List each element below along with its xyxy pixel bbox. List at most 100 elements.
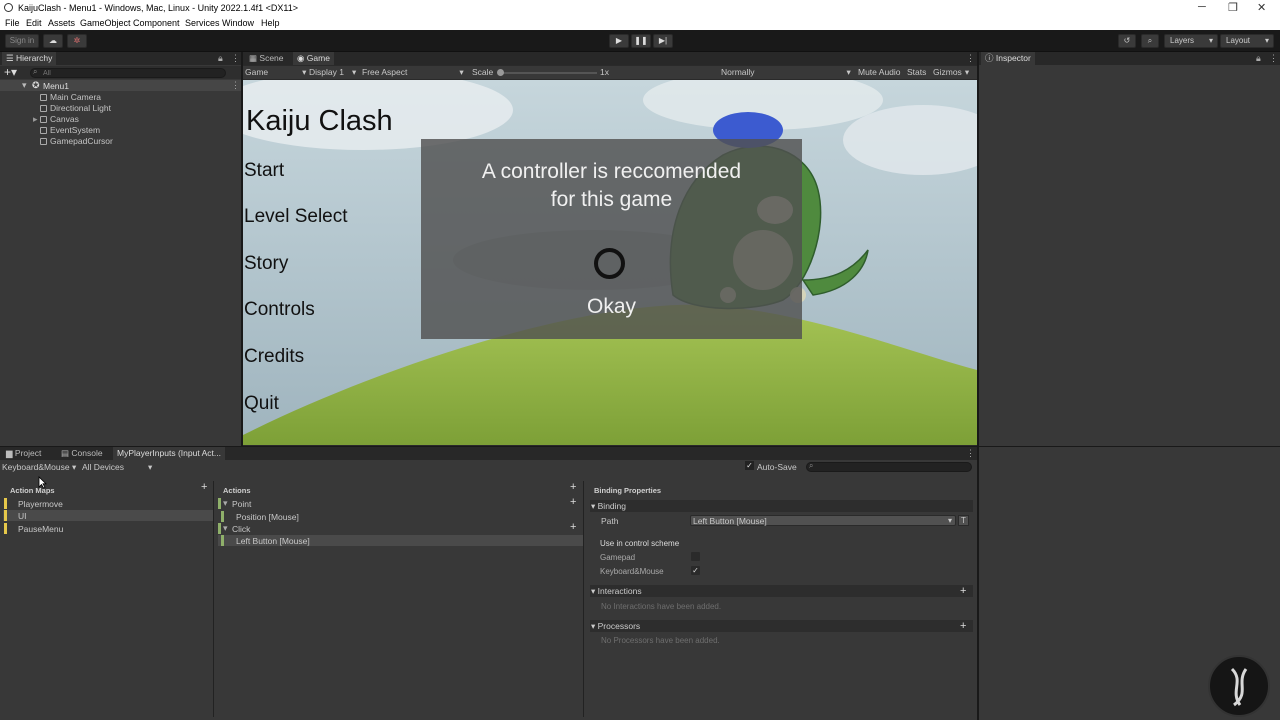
- menu-edit[interactable]: Edit: [26, 18, 42, 28]
- add-action-map-icon[interactable]: +: [201, 482, 207, 493]
- tab-hierarchy[interactable]: ☰ Hierarchy: [2, 52, 57, 65]
- quality-dropdown[interactable]: Normally ▾: [721, 67, 851, 78]
- menu-quit-button[interactable]: Quit: [244, 393, 279, 415]
- menu-controls-button[interactable]: Controls: [244, 299, 315, 321]
- game-viewport[interactable]: Kaiju Clash Start Level Select Story Con…: [243, 80, 977, 445]
- tab-console[interactable]: ▤ Console: [57, 447, 107, 460]
- gamepad-icon: ◉: [297, 53, 307, 63]
- menu-component[interactable]: Component: [133, 18, 180, 28]
- step-button[interactable]: ▶|: [653, 34, 673, 48]
- search-icon: ⌕: [809, 461, 814, 470]
- play-button[interactable]: ▶: [609, 34, 629, 48]
- add-processor-icon[interactable]: +: [960, 621, 966, 632]
- gizmos-dropdown[interactable]: Gizmos ▾: [933, 67, 969, 78]
- expand-arrow-icon[interactable]: ▾: [223, 523, 228, 534]
- cloud-icon[interactable]: ☁: [43, 34, 63, 48]
- menu-credits-button[interactable]: Credits: [244, 346, 304, 368]
- interactions-foldout[interactable]: ▾ Interactions: [590, 585, 973, 597]
- menu-services[interactable]: Services: [185, 18, 220, 28]
- tab-game[interactable]: ◉ Game: [293, 52, 334, 65]
- keyboard-scheme-checkbox[interactable]: ✓: [691, 566, 700, 575]
- processors-empty-text: No Processors have been added.: [601, 636, 720, 645]
- layout-dropdown[interactable]: Layout ▾: [1220, 34, 1274, 48]
- sign-in-button[interactable]: Sign in: [5, 34, 39, 48]
- add-binding-icon[interactable]: +: [570, 497, 576, 508]
- tab-scene[interactable]: ▦ Scene: [245, 52, 288, 65]
- binding-item-left-button[interactable]: Left Button [Mouse]: [236, 536, 310, 546]
- menu-level-select-button[interactable]: Level Select: [244, 206, 348, 228]
- action-map-color-bar: [4, 523, 7, 534]
- okay-button[interactable]: Okay: [421, 293, 802, 321]
- expand-arrow-icon[interactable]: ▸: [33, 114, 38, 125]
- dialog-message-line1: A controller is reccomended: [481, 160, 742, 183]
- tab-input-actions[interactable]: MyPlayerInputs (Input Act...: [113, 447, 225, 460]
- minimize-button[interactable]: ─: [1198, 1, 1206, 13]
- chevron-down-icon: ▾: [1208, 36, 1213, 45]
- gamepad-scheme-checkbox[interactable]: [691, 552, 700, 561]
- menu-file[interactable]: File: [5, 18, 20, 28]
- menu-story-button[interactable]: Story: [244, 253, 288, 275]
- lock-icon[interactable]: 🔒︎: [1256, 53, 1261, 64]
- tab-inspector[interactable]: ⓘ Inspector: [981, 52, 1035, 65]
- action-item-point[interactable]: Point: [232, 499, 251, 509]
- more-icon[interactable]: ⋮: [1269, 53, 1278, 64]
- hierarchy-item[interactable]: Directional Light: [40, 103, 111, 113]
- path-text-mode-button[interactable]: T: [958, 515, 969, 526]
- menu-assets[interactable]: Assets: [48, 18, 75, 28]
- search-icon[interactable]: ⌕: [1141, 34, 1159, 48]
- expand-arrow-icon: ▾: [591, 621, 598, 631]
- more-icon[interactable]: ⋮: [231, 53, 240, 64]
- scale-slider-handle[interactable]: [497, 69, 504, 76]
- more-icon[interactable]: ⋮: [966, 448, 975, 459]
- action-item-click[interactable]: Click: [232, 524, 250, 534]
- action-map-selected-row[interactable]: [3, 510, 213, 521]
- more-icon[interactable]: ⋮: [231, 80, 240, 91]
- control-scheme-dropdown[interactable]: Keyboard&Mouse ▾: [2, 462, 76, 473]
- menu-gameobject[interactable]: GameObject: [80, 18, 131, 28]
- input-search-field[interactable]: [806, 462, 972, 472]
- mute-audio-toggle[interactable]: Mute Audio: [858, 67, 901, 77]
- more-icon[interactable]: ⋮: [966, 53, 975, 64]
- controller-dialog: A controller is reccomended for this gam…: [421, 139, 802, 339]
- hierarchy-search-input[interactable]: [30, 68, 226, 78]
- menu-start-button[interactable]: Start: [244, 160, 284, 182]
- add-binding-icon[interactable]: +: [570, 522, 576, 533]
- collab-icon[interactable]: ✲: [67, 34, 87, 48]
- scale-slider[interactable]: [499, 72, 597, 74]
- path-dropdown[interactable]: Left Button [Mouse] ▾: [690, 515, 956, 526]
- hierarchy-item[interactable]: Main Camera: [40, 92, 101, 102]
- game-mode-dropdown[interactable]: Game ▾: [245, 67, 306, 78]
- menu-window[interactable]: Window: [222, 18, 254, 28]
- aspect-dropdown[interactable]: Free Aspect ▾: [362, 67, 464, 78]
- expand-arrow-icon[interactable]: ▾: [223, 498, 228, 509]
- binding-item-position[interactable]: Position [Mouse]: [236, 512, 299, 522]
- expand-arrow-icon[interactable]: ▾: [22, 80, 27, 91]
- add-icon[interactable]: +▾: [4, 65, 17, 79]
- hierarchy-scene-row[interactable]: ▾ ✪ Menu1 ⋮: [0, 80, 241, 91]
- stats-toggle[interactable]: Stats: [907, 67, 926, 77]
- pause-button[interactable]: ❚❚: [631, 34, 651, 48]
- lock-icon[interactable]: 🔒︎: [218, 53, 223, 64]
- action-map-item[interactable]: Playermove: [18, 499, 63, 509]
- action-map-item[interactable]: UI: [18, 511, 27, 521]
- menu-help[interactable]: Help: [261, 18, 280, 28]
- game-view-toolbar: Game ▾ Display 1 ▾ Free Aspect ▾ Scale 1x N…: [243, 66, 977, 79]
- display-dropdown[interactable]: Display 1 ▾: [309, 67, 356, 78]
- history-icon[interactable]: ↺: [1118, 34, 1136, 48]
- hierarchy-tabstrip: ☰ Hierarchy 🔒︎ ⋮: [0, 52, 241, 65]
- binding-foldout[interactable]: ▾ Binding: [590, 500, 973, 512]
- action-map-item[interactable]: PauseMenu: [18, 524, 63, 534]
- autosave-checkbox[interactable]: ✓: [745, 461, 754, 470]
- processors-foldout[interactable]: ▾ Processors: [590, 620, 973, 632]
- hierarchy-item[interactable]: EventSystem: [40, 125, 100, 135]
- hierarchy-item[interactable]: Canvas: [40, 114, 79, 124]
- devices-dropdown[interactable]: All Devices ▾: [82, 462, 152, 473]
- close-button[interactable]: ✕: [1257, 1, 1266, 14]
- layers-dropdown[interactable]: Layers ▾: [1164, 34, 1218, 48]
- add-interaction-icon[interactable]: +: [960, 586, 966, 597]
- expand-arrow-icon: ▾: [591, 501, 598, 511]
- tab-project[interactable]: ▆ Project: [2, 447, 45, 460]
- maximize-button[interactable]: ❐: [1228, 1, 1238, 14]
- add-action-icon[interactable]: +: [570, 482, 576, 493]
- hierarchy-item[interactable]: GamepadCursor: [40, 136, 113, 146]
